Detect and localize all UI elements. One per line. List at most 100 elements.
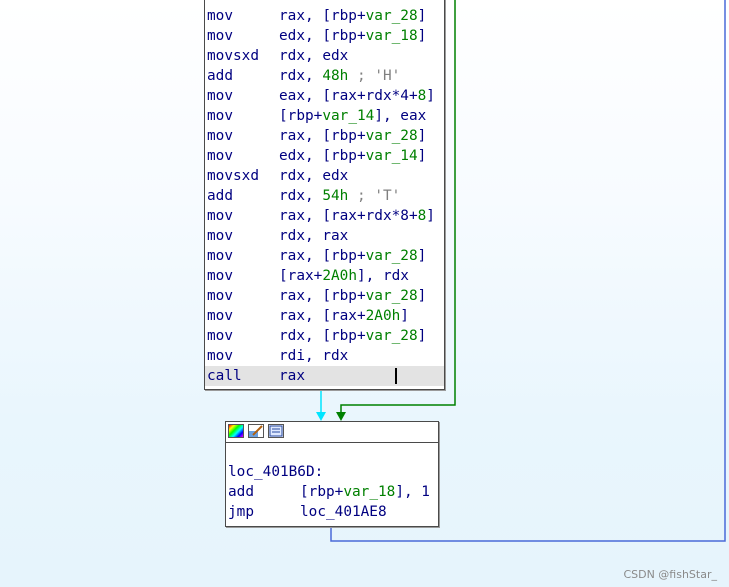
operand-symbol[interactable]: 48h <box>322 68 348 84</box>
operand-text: rax, [rax+ <box>279 308 366 324</box>
operand-text: edx, [rbp+ <box>279 28 366 44</box>
code-block-node[interactable]: mov rax, [rbp+var_28] mov edx, [rbp+var_18]… <box>204 0 445 390</box>
operand-symbol[interactable]: 2A0h <box>322 268 357 284</box>
operand-text: ] <box>417 248 427 264</box>
instruction-line[interactable]: mov rax, [rax+2A0h] <box>207 306 409 326</box>
operand-text: ], 1 <box>395 484 430 500</box>
mnemonic: mov <box>207 128 233 144</box>
operand-text: rax, [rbp+ <box>279 288 366 304</box>
mnemonic: mov <box>207 208 233 224</box>
operand-symbol[interactable]: var_28 <box>366 8 418 24</box>
instruction-line[interactable]: mov [rax+2A0h], rdx <box>207 266 409 286</box>
arrow-green-head <box>336 412 346 421</box>
operand-text: rax, [rax+rdx*8+ <box>279 208 418 224</box>
operand-symbol[interactable]: var_28 <box>366 128 418 144</box>
mnemonic: mov <box>207 348 233 364</box>
operand-symbol[interactable]: var_14 <box>322 108 374 124</box>
instruction-line[interactable]: mov rdx, [rbp+var_28] <box>207 326 426 346</box>
operand-text: rdx, <box>279 68 323 84</box>
instruction-line[interactable]: mov rax, [rbp+var_28] <box>207 6 426 26</box>
mnemonic: mov <box>207 8 233 24</box>
operand-text: ] <box>417 128 427 144</box>
instruction-line[interactable]: add rdx, 54h ; 'T' <box>207 186 400 206</box>
code-block-node-loc-401b6d[interactable]: loc_401B6D: add [rbp+var_18], 1 jmp loc_401… <box>225 421 439 527</box>
instruction-line[interactable]: mov rax, [rbp+var_28] <box>207 126 426 146</box>
operand-text: ] <box>426 88 435 104</box>
instruction-line[interactable]: mov rdx, rax <box>207 226 348 246</box>
operand-text: [rbp+ <box>300 484 344 500</box>
operand-symbol[interactable]: 54h <box>322 188 348 204</box>
operand-symbol[interactable]: 2A0h <box>366 308 401 324</box>
operand-text: [rbp+ <box>279 108 323 124</box>
operand-symbol[interactable]: var_14 <box>366 148 418 164</box>
instruction-line[interactable]: movsxd rdx, edx <box>207 46 348 66</box>
operand-text: ] <box>417 328 427 344</box>
color-palette-icon[interactable] <box>228 424 244 438</box>
mnemonic: mov <box>207 308 233 324</box>
comment: 'T' <box>374 188 401 204</box>
instruction-line[interactable]: movsxd rdx, edx <box>207 166 348 186</box>
instruction-line[interactable]: mov edx, [rbp+var_14] <box>207 146 426 166</box>
operand-text: rdx, edx <box>279 168 349 184</box>
comment: ; <box>348 188 375 204</box>
operand-text: ] <box>400 308 409 324</box>
instruction-line[interactable]: mov eax, [rax+rdx*4+8] <box>207 86 435 106</box>
operand-symbol[interactable]: var_18 <box>343 484 395 500</box>
operand-symbol[interactable]: var_28 <box>366 288 418 304</box>
operand-text: ] <box>417 288 427 304</box>
graph-node-icon[interactable] <box>268 424 284 438</box>
mnemonic: add <box>207 188 233 204</box>
mnemonic: mov <box>207 228 233 244</box>
operand-text: loc_401AE8 <box>300 504 387 520</box>
operand-text: ] <box>417 28 427 44</box>
instruction-line[interactable]: mov edx, [rbp+var_18] <box>207 26 426 46</box>
mnemonic: mov <box>207 88 233 104</box>
mnemonic: add <box>228 484 254 500</box>
mnemonic: movsxd <box>207 168 259 184</box>
mnemonic: mov <box>207 288 233 304</box>
operand-text: ] <box>417 8 427 24</box>
operand-text: rax, [rbp+ <box>279 128 366 144</box>
operand-symbol[interactable]: var_18 <box>366 28 418 44</box>
operand-symbol[interactable]: var_28 <box>366 328 418 344</box>
operand-text: ], eax <box>374 108 427 124</box>
location-label[interactable]: loc_401B6D: <box>228 462 323 482</box>
instruction-line[interactable]: mov rax, [rax+rdx*8+8] <box>207 206 435 226</box>
operand-text: rax, [rbp+ <box>279 8 366 24</box>
instruction-line[interactable]: call rax <box>205 366 444 386</box>
text-cursor <box>395 368 397 384</box>
instruction-line[interactable]: mov rax, [rbp+var_28] <box>207 286 426 306</box>
instruction-line[interactable]: mov rax, [rbp+var_28] <box>207 246 426 266</box>
operand-text: ] <box>426 208 435 224</box>
mnemonic: mov <box>207 248 233 264</box>
operand-text: ] <box>417 148 427 164</box>
mnemonic: jmp <box>228 504 254 520</box>
node-header <box>226 422 438 443</box>
operand-text: ], rdx <box>356 268 409 284</box>
operand-text: rdx, rax <box>279 228 349 244</box>
operand-text: rdx, [rbp+ <box>279 328 366 344</box>
operand-symbol[interactable]: var_28 <box>366 248 418 264</box>
mnemonic: mov <box>207 268 233 284</box>
comment: ; <box>348 68 375 84</box>
operand-text: eax, [rax+rdx*4+ <box>279 88 418 104</box>
comment: 'H' <box>374 68 401 84</box>
mnemonic: mov <box>207 28 233 44</box>
mnemonic: mov <box>207 148 233 164</box>
mnemonic: mov <box>207 328 233 344</box>
mnemonic: mov <box>207 108 233 124</box>
operand-text: rax <box>279 368 305 384</box>
edit-node-icon[interactable] <box>248 424 264 438</box>
mnemonic: add <box>207 68 233 84</box>
operand-symbol[interactable]: 8 <box>418 208 427 224</box>
instruction-line[interactable]: jmp loc_401AE8 <box>228 502 387 522</box>
operand-text: rdx, edx <box>279 48 349 64</box>
instruction-line[interactable]: add [rbp+var_18], 1 <box>228 482 430 502</box>
operand-symbol[interactable]: 8 <box>418 88 427 104</box>
operand-text: [rax+ <box>279 268 323 284</box>
operand-text: edx, [rbp+ <box>279 148 366 164</box>
instruction-line[interactable]: add rdx, 48h ; 'H' <box>207 66 400 86</box>
instruction-line[interactable]: mov rdi, rdx <box>207 346 348 366</box>
mnemonic: movsxd <box>207 48 259 64</box>
instruction-line[interactable]: mov [rbp+var_14], eax <box>207 106 426 126</box>
